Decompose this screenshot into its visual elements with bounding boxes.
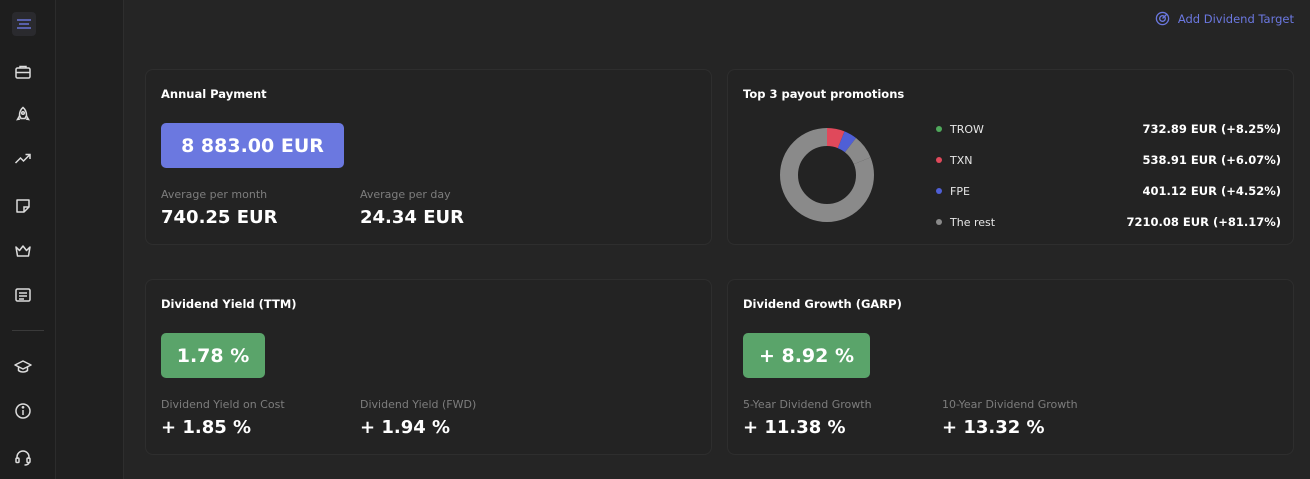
sidebar-item-info[interactable] (12, 400, 34, 422)
sidebar (0, 0, 56, 479)
sidebar-item-support[interactable] (12, 446, 34, 468)
briefcase-icon (15, 65, 31, 79)
sidebar-item-notes[interactable] (12, 195, 34, 217)
yield-fwd-label: Dividend Yield (FWD) (360, 398, 477, 411)
rocket-icon (16, 106, 30, 121)
news-icon (15, 288, 31, 302)
legend-name: TROW (950, 122, 984, 136)
card-title: Top 3 payout promotions (743, 87, 905, 101)
legend-name: TXN (950, 153, 973, 167)
avg-day-label: Average per day (360, 188, 451, 201)
trending-up-icon (14, 153, 31, 164)
legend-item: TXN 538.91 EUR (+6.07%) (936, 152, 1281, 168)
top-payouts-card: Top 3 payout promotions TROW 732.89 EUR … (727, 69, 1294, 245)
card-title: Dividend Growth (GARP) (743, 297, 902, 311)
avg-month-value: 740.25 EUR (161, 207, 278, 228)
sidebar-item-analytics[interactable] (12, 148, 34, 170)
sticker-icon (16, 199, 30, 213)
legend-item: TROW 732.89 EUR (+8.25%) (936, 121, 1281, 137)
legend-value: 538.91 EUR (+6.07%) (1142, 153, 1281, 167)
legend-dot (936, 126, 942, 132)
sidebar-item-launch[interactable] (12, 104, 34, 126)
ten-year-growth-label: 10-Year Dividend Growth (942, 398, 1078, 411)
yield-on-cost-label: Dividend Yield on Cost (161, 398, 285, 411)
sidebar-item-premium[interactable] (12, 240, 34, 262)
five-year-growth-value: + 11.38 % (743, 417, 846, 438)
legend-dot (936, 157, 942, 163)
annual-payment-card: Annual Payment 8 883.00 EUR Average per … (145, 69, 712, 245)
yield-fwd-value: + 1.94 % (360, 417, 451, 438)
legend-name: The rest (950, 215, 996, 229)
five-year-growth-label: 5-Year Dividend Growth (743, 398, 872, 411)
annual-total-badge: 8 883.00 EUR (161, 123, 344, 168)
menu-icon (17, 19, 31, 29)
dividend-yield-card: Dividend Yield (TTM) 1.78 % Dividend Yie… (145, 279, 712, 455)
legend-dot (936, 188, 942, 194)
dividend-growth-badge: + 8.92 % (743, 333, 870, 378)
yield-on-cost-value: + 1.85 % (161, 417, 252, 438)
card-title: Dividend Yield (TTM) (161, 297, 297, 311)
headset-icon (15, 450, 31, 466)
legend-name: FPE (950, 184, 970, 198)
legend-item: FPE 401.12 EUR (+4.52%) (936, 183, 1281, 199)
add-dividend-target-button[interactable]: Add Dividend Target (1155, 11, 1294, 26)
sidebar-item-news[interactable] (12, 284, 34, 306)
legend-value: 401.12 EUR (+4.52%) (1142, 184, 1281, 198)
legend-dot (936, 219, 942, 225)
menu-toggle-button[interactable] (12, 12, 36, 36)
legend-item: The rest 7210.08 EUR (+81.17%) (936, 214, 1281, 230)
avg-month-label: Average per month (161, 188, 268, 201)
add-dividend-target-label: Add Dividend Target (1177, 11, 1294, 26)
sidebar-item-education[interactable] (12, 356, 34, 378)
crown-icon (15, 245, 31, 257)
sidebar-item-portfolio[interactable] (12, 61, 34, 83)
ten-year-growth-value: + 13.32 % (942, 417, 1045, 438)
dividend-yield-badge: 1.78 % (161, 333, 265, 378)
target-icon (1155, 11, 1170, 26)
legend-value: 732.89 EUR (+8.25%) (1142, 122, 1281, 136)
dividend-growth-card: Dividend Growth (GARP) + 8.92 % 5-Year D… (727, 279, 1294, 455)
graduation-cap-icon (14, 360, 32, 373)
secondary-panel (56, 0, 124, 479)
info-icon (15, 403, 31, 419)
avg-day-value: 24.34 EUR (360, 207, 464, 228)
card-title: Annual Payment (161, 87, 267, 101)
payout-donut-chart (780, 128, 874, 222)
sidebar-divider (12, 330, 44, 331)
legend-value: 7210.08 EUR (+81.17%) (1126, 215, 1281, 229)
